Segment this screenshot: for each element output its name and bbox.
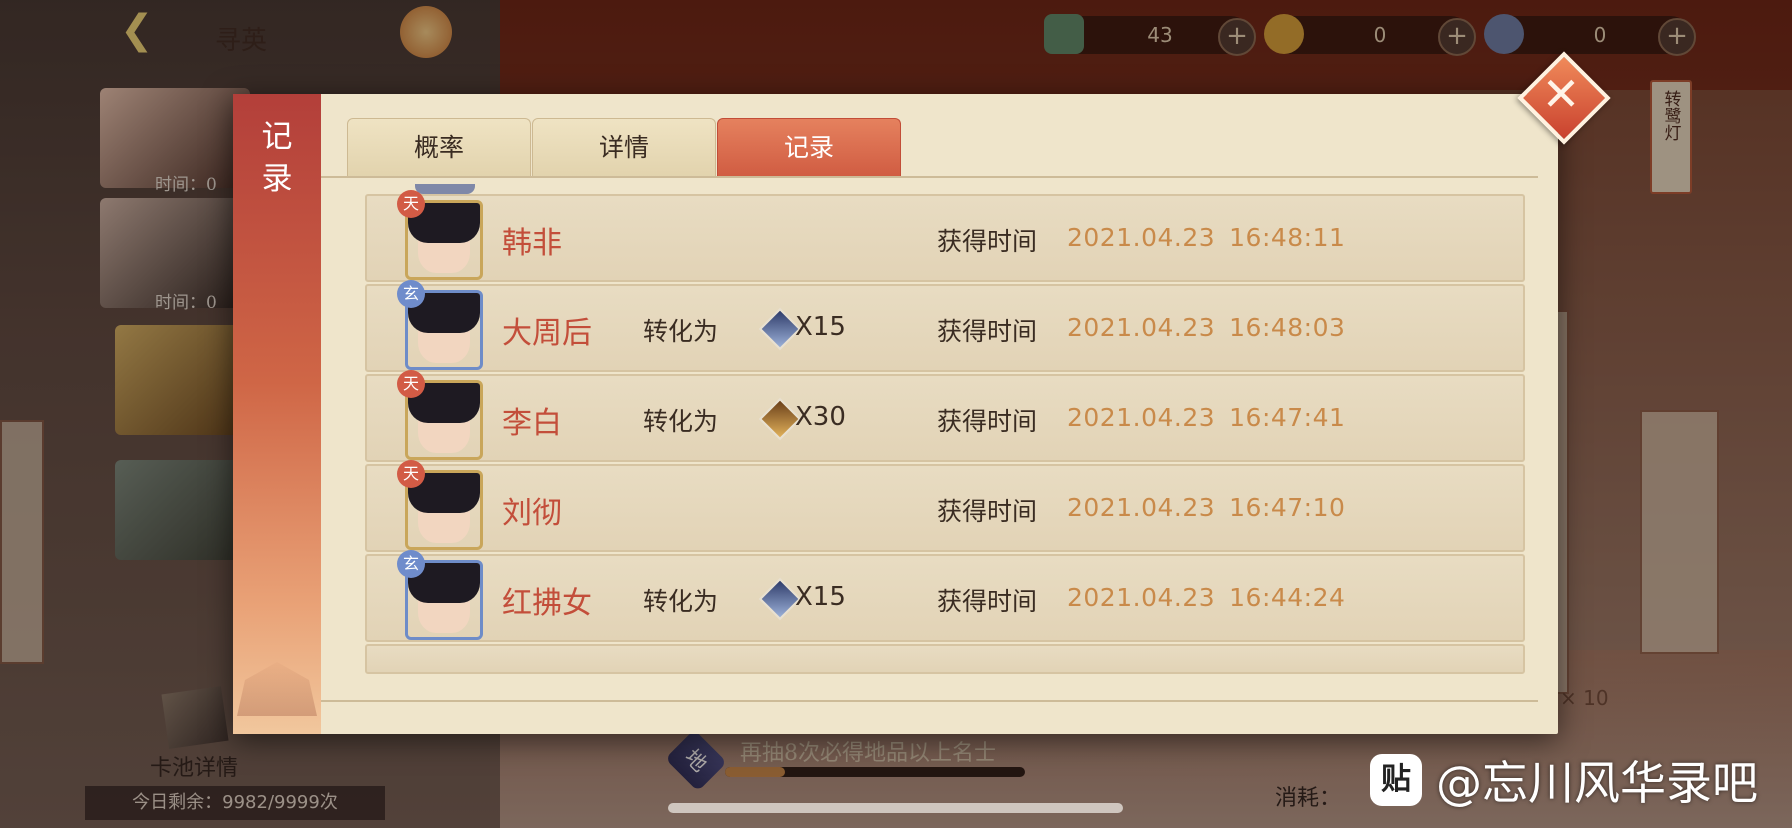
character-name: 韩非: [502, 226, 562, 261]
record-row: 天李白 转化为 X30 获得时间 2021.04.23 16:47:41: [365, 370, 1525, 462]
character-name: 李白: [502, 406, 562, 441]
tier-badge: 玄: [397, 550, 425, 578]
close-icon: ✕: [1541, 67, 1581, 121]
obtain-time-value: 2021.04.23 16:44:24: [1067, 583, 1345, 612]
record-row-partial: [365, 644, 1525, 674]
obtain-time-label: 获得时间: [937, 587, 1038, 616]
record-row: 天韩非 获得时间 2021.04.23 16:48:11: [365, 190, 1525, 282]
obtain-time: 16:48:03: [1229, 313, 1346, 342]
convert-label: 转化为: [643, 317, 719, 346]
obtain-time-value: 2021.04.23 16:47:41: [1067, 403, 1345, 432]
previous-row-edge: [415, 184, 475, 194]
obtain-date: 2021.04.23: [1067, 313, 1216, 342]
obtain-time: 16:47:10: [1229, 493, 1346, 522]
tier-badge: 天: [397, 190, 425, 218]
tab-details[interactable]: 详情: [532, 118, 716, 177]
home-indicator[interactable]: [668, 803, 1123, 813]
pavilion-silhouette: [237, 662, 317, 716]
watermark-text: @忘川风华录吧: [1436, 755, 1758, 810]
character-name: 红拂女: [502, 586, 592, 621]
convert-quantity: X15: [795, 582, 846, 612]
record-row: 玄大周后 转化为 X15 获得时间 2021.04.23 16:48:03: [365, 280, 1525, 372]
obtain-time-value: 2021.04.23 16:47:10: [1067, 493, 1345, 522]
character-name: 大周后: [502, 316, 592, 351]
obtain-time-label: 获得时间: [937, 497, 1038, 526]
obtain-time-label: 获得时间: [937, 407, 1038, 436]
record-row: 玄红拂女 转化为 X15 获得时间 2021.04.23 16:44:24: [365, 550, 1525, 642]
tab-probability[interactable]: 概率: [347, 118, 531, 177]
obtain-time-value: 2021.04.23 16:48:11: [1067, 223, 1345, 252]
convert-label: 转化为: [643, 587, 719, 616]
watermark: 贴 @忘川风华录吧: [1370, 752, 1758, 810]
convert-quantity: X15: [795, 312, 846, 342]
dialog-title: 记录: [261, 119, 293, 197]
tab-records[interactable]: 记录: [717, 118, 901, 177]
obtain-date: 2021.04.23: [1067, 223, 1216, 252]
record-list[interactable]: 天韩非 获得时间 2021.04.23 16:48:11 玄大周后 转化为 X15 获得时间 2…: [365, 184, 1525, 696]
tier-badge: 玄: [397, 280, 425, 308]
dialog-side-ribbon: 记录: [233, 94, 321, 734]
obtain-date: 2021.04.23: [1067, 583, 1216, 612]
divider: [321, 700, 1538, 702]
tier-badge: 天: [397, 460, 425, 488]
close-button[interactable]: ✕: [1517, 51, 1611, 145]
obtain-date: 2021.04.23: [1067, 403, 1216, 432]
obtain-time-label: 获得时间: [937, 227, 1038, 256]
tier-badge: 天: [397, 370, 425, 398]
record-row: 天刘彻 获得时间 2021.04.23 16:47:10: [365, 460, 1525, 552]
character-name: 刘彻: [502, 496, 562, 531]
divider: [321, 176, 1538, 178]
obtain-time-label: 获得时间: [937, 317, 1038, 346]
convert-quantity: X30: [795, 402, 846, 432]
obtain-time: 16:47:41: [1229, 403, 1346, 432]
obtain-time-value: 2021.04.23 16:48:03: [1067, 313, 1345, 342]
obtain-time: 16:48:11: [1229, 223, 1346, 252]
record-dialog: 记录 ✕ 概率 详情 记录 天韩非 获得时间 2021.04.23 16:48:11 玄…: [233, 51, 1611, 734]
obtain-date: 2021.04.23: [1067, 493, 1216, 522]
obtain-time: 16:44:24: [1229, 583, 1346, 612]
dialog-tabs: 概率 详情 记录: [347, 118, 902, 177]
convert-label: 转化为: [643, 407, 719, 436]
tieba-logo-icon: 贴: [1370, 753, 1422, 806]
